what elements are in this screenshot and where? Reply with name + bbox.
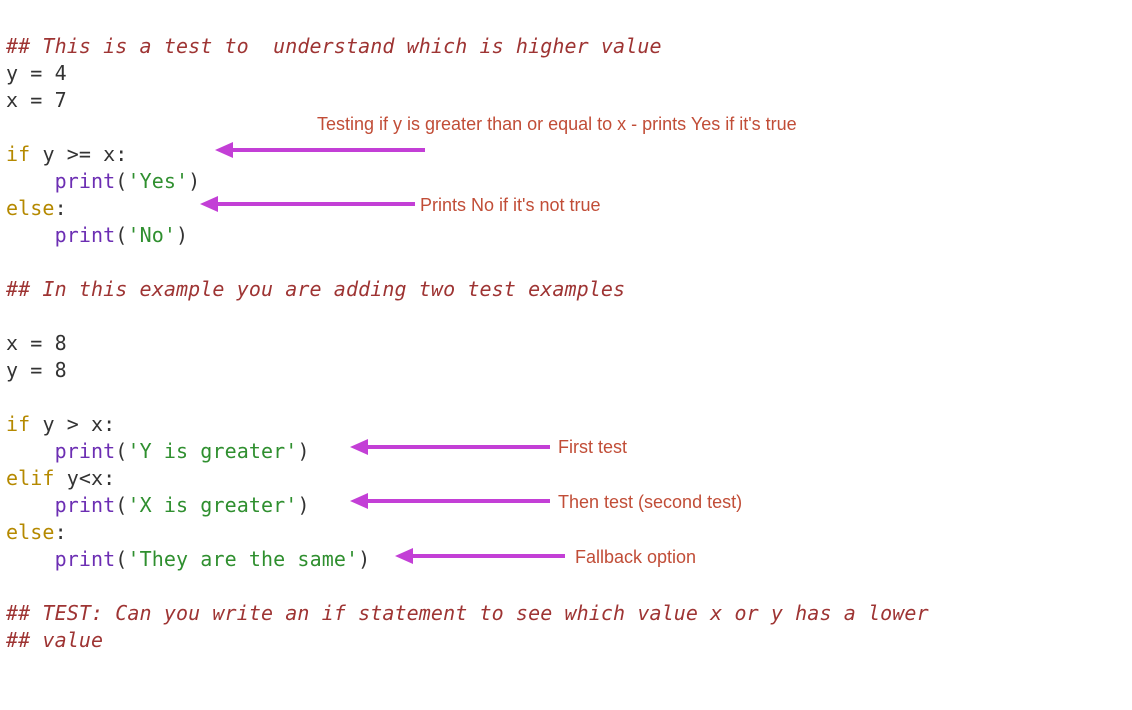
operator: = [18,358,54,382]
annotation-text: Then test (second test) [558,489,742,516]
function-print: print [55,547,116,571]
arrow-icon [395,546,565,566]
comment-line: ## value [6,628,103,652]
colon: : [55,196,67,220]
expression: y<x: [55,466,116,490]
annotation-text: Prints No if it's not true [420,192,601,219]
operator: = [18,61,54,85]
keyword-elif: elif [6,466,55,490]
paren: ( [115,439,127,463]
string: 'Y is greater' [127,439,297,463]
operator: = [18,331,54,355]
annotation-text: Fallback option [575,544,696,571]
function-print: print [55,439,116,463]
expression: y >= x: [30,142,127,166]
variable: x [6,88,18,112]
function-print: print [55,223,116,247]
number: 4 [55,61,67,85]
paren: ) [297,439,309,463]
number: 8 [55,331,67,355]
paren: ) [358,547,370,571]
function-print: print [55,169,116,193]
paren: ) [297,493,309,517]
paren: ( [115,169,127,193]
keyword-if: if [6,412,30,436]
paren: ) [176,223,188,247]
comment-line: ## In this example you are adding two te… [6,277,625,301]
colon: : [55,520,67,544]
operator: = [18,88,54,112]
indent [6,493,55,517]
string: 'They are the same' [127,547,358,571]
arrow-icon [350,437,550,457]
paren: ) [188,169,200,193]
indent [6,223,55,247]
indent [6,547,55,571]
indent [6,439,55,463]
keyword-if: if [6,142,30,166]
comment-line: ## TEST: Can you write an if statement t… [6,601,929,625]
arrow-icon [350,491,550,511]
string: 'Yes' [127,169,188,193]
string: 'No' [127,223,176,247]
paren: ( [115,493,127,517]
paren: ( [115,547,127,571]
number: 7 [55,88,67,112]
paren: ( [115,223,127,247]
expression: y > x: [30,412,115,436]
function-print: print [55,493,116,517]
variable: x [6,331,18,355]
variable: y [6,61,18,85]
string: 'X is greater' [127,493,297,517]
indent [6,169,55,193]
annotation-text: First test [558,434,627,461]
arrow-icon [215,140,425,160]
keyword-else: else [6,520,55,544]
comment-line: ## This is a test to understand which is… [6,34,662,58]
annotation-text: Testing if y is greater than or equal to… [317,111,797,138]
arrow-icon [200,194,415,214]
keyword-else: else [6,196,55,220]
number: 8 [55,358,67,382]
variable: y [6,358,18,382]
